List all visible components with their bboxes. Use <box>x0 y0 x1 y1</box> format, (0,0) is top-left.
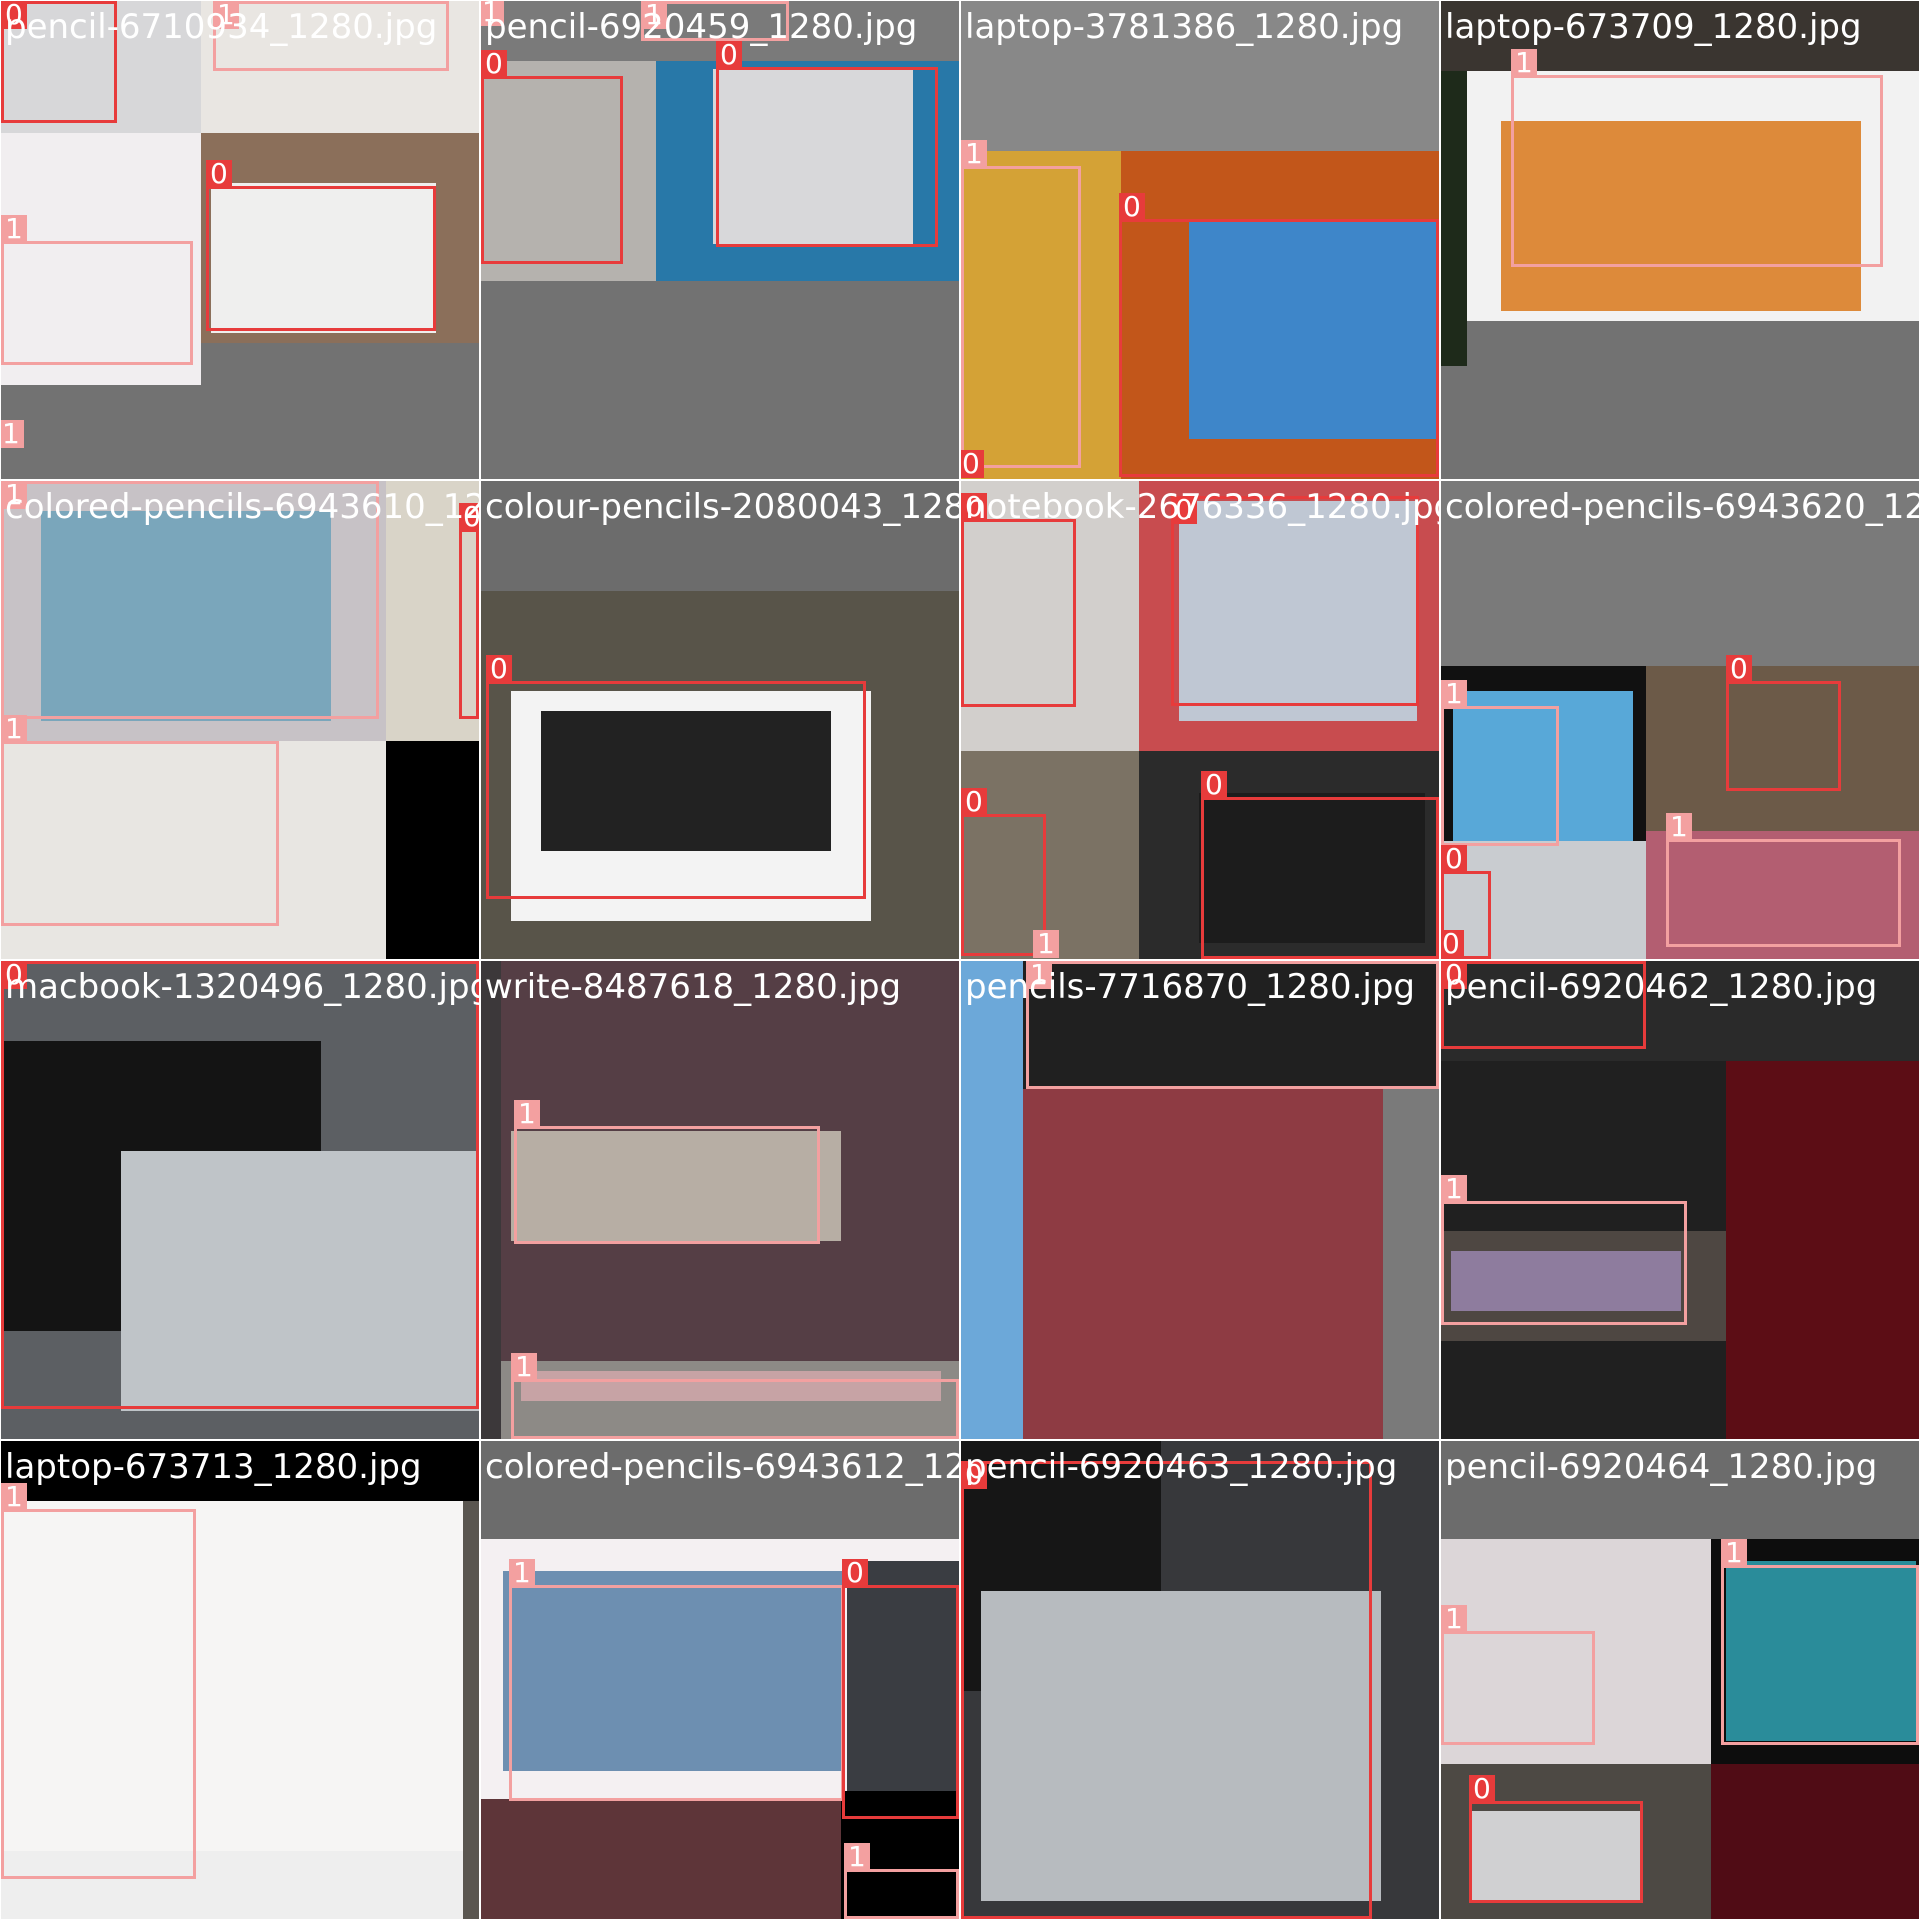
bounding-box: 0 <box>1469 1775 1643 1903</box>
class-label: 0 <box>1726 655 1752 683</box>
tile-filename: pencil-6920463_1280.jpg <box>965 1447 1398 1487</box>
class-label: 1 <box>514 1100 540 1128</box>
image-region <box>961 961 1023 1439</box>
class-label: 0 <box>961 788 987 816</box>
bounding-box: 0 <box>1 961 479 1409</box>
class-label: 1 <box>1511 49 1537 77</box>
tile-filename: write-8487618_1280.jpg <box>485 967 902 1007</box>
tile-filename: laptop-3781386_1280.jpg <box>965 7 1404 47</box>
bounding-box: 0 <box>459 503 479 719</box>
class-label: 1 <box>1666 813 1692 841</box>
image-region <box>1383 1089 1439 1439</box>
mosaic-tile: 0 pencil-6920463_1280.jpg <box>961 1441 1439 1919</box>
mosaic-tile: 1 laptop-673713_1280.jpg <box>1 1441 479 1919</box>
image-region <box>463 1501 479 1919</box>
mosaic-tile: 1 laptop-673709_1280.jpg <box>1441 1 1919 479</box>
mosaic-tile: 0 1 pencil-6920462_1280.jpg <box>1441 961 1919 1439</box>
bounding-box: 0 <box>961 1461 1372 1919</box>
image-region <box>386 741 479 959</box>
class-label: 1 <box>511 1353 537 1381</box>
image-region <box>481 961 501 1439</box>
bounding-box: 1 <box>514 1100 820 1244</box>
mosaic-tile: 1 1 0 pencil-6920464_1280.jpg <box>1441 1441 1919 1919</box>
tile-filename: pencil-6920459_1280.jpg <box>485 7 918 47</box>
class-label: 0 <box>961 450 984 478</box>
bounding-box: 1 <box>1441 680 1559 846</box>
bounding-box: 1 <box>511 1353 959 1439</box>
mosaic-tile: 0 macbook-1320496_1280.jpg <box>1 961 479 1439</box>
mosaic-tile: 1 0 0 1 0 colored-pencils-6943620_1280.jpg <box>1441 481 1919 959</box>
class-label: 1 <box>1721 1539 1747 1567</box>
tile-filename: laptop-673709_1280.jpg <box>1445 7 1862 47</box>
class-label: 0 <box>1441 930 1464 958</box>
class-label: 0 <box>1469 1775 1495 1803</box>
bounding-box: 0 <box>961 493 1076 707</box>
class-label: 1 <box>1 715 27 743</box>
mosaic-tile: 1 1 write-8487618_1280.jpg <box>481 961 959 1439</box>
tile-filename: colored-pencils-6943610_1280.jpg <box>5 487 479 527</box>
tile-filename: pencil-6710934_1280.jpg <box>5 7 438 47</box>
bounding-box: 0 <box>481 50 623 264</box>
mosaic-tile: 1 0 0 laptop-3781386_1280.jpg <box>961 1 1439 479</box>
bounding-box: 1 <box>844 1843 959 1919</box>
tile-filename: pencils-7716870_1280.jpg <box>965 967 1415 1007</box>
mosaic-tile: 0 0 0 1 0 notebook-2676336_1280.jpg <box>961 481 1439 959</box>
class-label: 1 <box>1033 930 1059 958</box>
bounding-box: 1 <box>1721 1539 1919 1745</box>
image-region <box>1441 71 1467 366</box>
bounding-box: 1 <box>1 215 193 365</box>
class-label: 0 <box>1201 771 1227 799</box>
class-label: 1 <box>1441 1605 1467 1633</box>
mosaic-tile: 0 1 0 1 1 pencil-6710934_1280.jpg <box>1 1 479 479</box>
bounding-box: 1 <box>1441 1605 1595 1745</box>
class-label: 1 <box>844 1843 870 1871</box>
class-label: 1 <box>1441 680 1467 708</box>
mosaic-tile: 1 0 1 colored-pencils-6943612_1280.jpg <box>481 1441 959 1919</box>
tile-filename: macbook-1320496_1280.jpg <box>5 967 479 1007</box>
bounding-box: 1 <box>1511 49 1883 267</box>
class-label: 0 <box>1119 193 1145 221</box>
tile-filename: pencil-6920464_1280.jpg <box>1445 1447 1878 1487</box>
bounding-box: 0 <box>1726 655 1841 791</box>
class-label: 0 <box>1441 845 1467 873</box>
class-label: 1 <box>1 1483 27 1511</box>
tile-filename: pencil-6920462_1280.jpg <box>1445 967 1878 1007</box>
bounding-box: 0 <box>486 655 866 899</box>
bounding-box: 1 <box>1 715 279 926</box>
mosaic-tile: 1 pencils-7716870_1280.jpg <box>961 961 1439 1439</box>
mosaic-tile: 101colored-pencils-6943610_1280.jpg <box>1 481 479 959</box>
class-label: 0 <box>481 50 507 78</box>
image-region <box>481 1799 841 1919</box>
image-region <box>1726 1061 1919 1439</box>
mosaic-tile: 1 1 0 0 pencil-6920459_1280.jpg <box>481 1 959 479</box>
image-region <box>1023 1089 1383 1439</box>
bounding-box: 1 <box>1 1483 196 1879</box>
mosaic-tile: 0 colour-pencils-2080043_1280.jpg <box>481 481 959 959</box>
class-label: 0 <box>842 1559 868 1587</box>
tile-filename: colored-pencils-6943612_1280.jpg <box>485 1447 959 1487</box>
class-label: 1 <box>1 215 27 243</box>
bounding-box: 0 <box>716 41 938 247</box>
class-label: 0 <box>486 655 512 683</box>
class-label: 1 <box>1441 1175 1467 1203</box>
bounding-box: 1 <box>509 1559 844 1801</box>
mosaic-grid: 0 1 0 1 1 pencil-6710934_1280.jpg 1 1 0 0 pencil-6… <box>0 0 1920 1920</box>
tile-filename: colored-pencils-6943620_1280.jpg <box>1445 487 1919 527</box>
bounding-box: 0 <box>1119 193 1439 477</box>
tile-filename: notebook-2676336_1280.jpg <box>965 487 1439 527</box>
bounding-box: 0 <box>1201 771 1439 959</box>
tile-filename: laptop-673713_1280.jpg <box>5 1447 422 1487</box>
tile-filename: colour-pencils-2080043_1280.jpg <box>485 487 959 527</box>
image-region <box>1711 1764 1919 1919</box>
bounding-box: 0 <box>206 160 436 331</box>
bounding-box: 1 <box>1666 813 1901 947</box>
class-label: 1 <box>961 140 987 168</box>
bounding-box: 1 <box>1441 1175 1687 1325</box>
bounding-box: 0 <box>842 1559 959 1819</box>
bounding-box: 1 <box>961 140 1081 468</box>
class-label: 1 <box>509 1559 535 1587</box>
class-label: 0 <box>206 160 232 188</box>
class-label: 1 <box>1 420 24 448</box>
bounding-box: 0 <box>1171 496 1419 706</box>
